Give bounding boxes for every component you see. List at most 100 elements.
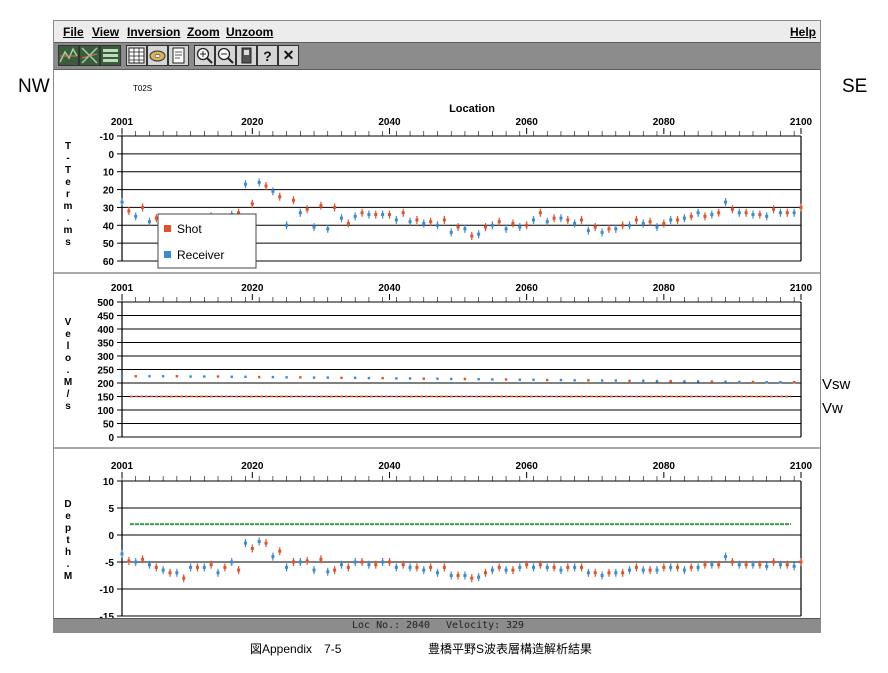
data-point	[655, 225, 659, 229]
data-point	[477, 232, 481, 236]
data-point	[490, 223, 494, 227]
data-point	[319, 204, 323, 208]
data-point	[182, 576, 186, 580]
data-point	[298, 560, 302, 564]
data-point	[518, 225, 522, 229]
data-point	[614, 379, 618, 382]
data-point	[641, 222, 645, 225]
data-point	[312, 376, 316, 379]
data-point	[463, 227, 467, 231]
y-axis-label-char: s	[65, 401, 71, 412]
data-point	[600, 379, 604, 382]
data-point	[765, 564, 769, 568]
y-axis-label-char: e	[65, 329, 71, 340]
x-tick-label: 2001	[111, 283, 134, 294]
y-axis-label-char: h	[65, 547, 71, 558]
data-point	[758, 213, 762, 217]
data-point	[435, 223, 439, 227]
legend-label-shot: Shot	[177, 222, 202, 236]
data-point	[257, 180, 261, 184]
vsw-label: Vsw	[822, 376, 851, 393]
y-axis-label-char: .	[67, 365, 70, 376]
data-point	[477, 378, 480, 381]
data-point	[422, 222, 426, 225]
data-point	[429, 565, 433, 569]
x-tick-label: 2080	[653, 117, 676, 128]
data-point	[573, 379, 576, 382]
data-point	[518, 378, 521, 381]
data-point	[374, 213, 378, 217]
y-axis-label-char: /	[67, 389, 70, 400]
data-point	[147, 563, 151, 567]
data-point	[634, 218, 638, 222]
data-point	[346, 565, 350, 569]
y-axis-label-char: t	[66, 535, 70, 546]
data-point	[738, 380, 741, 384]
y-tick-label: 40	[103, 221, 115, 232]
data-point	[799, 205, 803, 209]
y-tick-label: 20	[103, 186, 115, 197]
data-point	[408, 220, 412, 224]
data-point	[785, 563, 789, 567]
data-point	[312, 568, 316, 572]
data-point	[381, 376, 384, 380]
data-point	[394, 565, 398, 569]
data-point	[203, 375, 206, 378]
data-point	[655, 568, 659, 572]
data-point	[271, 189, 275, 193]
data-point	[346, 222, 350, 225]
data-point	[353, 214, 357, 218]
data-point	[223, 565, 227, 569]
y-axis-label-char: T	[65, 165, 71, 176]
data-point	[669, 379, 672, 383]
nw-label: NW	[18, 76, 50, 97]
data-point	[408, 377, 412, 380]
data-point	[682, 568, 686, 572]
data-point	[326, 376, 329, 379]
x-tick-label: 2001	[111, 117, 134, 128]
data-point	[154, 216, 158, 220]
y-tick-label: -10	[100, 585, 115, 596]
data-point	[703, 563, 707, 567]
plot-area: T02SLocation-1001020304050602001 2020 2040…	[54, 84, 820, 620]
y-tick-label: 30	[103, 203, 115, 214]
data-point	[189, 375, 192, 378]
data-point	[230, 560, 234, 564]
x-tick-label: 2100	[790, 283, 813, 294]
data-point	[216, 375, 220, 378]
x-tick-label: 2040	[378, 461, 401, 472]
data-point	[546, 378, 549, 382]
x-tick-label: 2080	[653, 461, 676, 472]
data-point	[730, 207, 734, 211]
data-point	[724, 555, 728, 559]
velocity-value: 329	[506, 620, 525, 631]
data-point	[264, 541, 268, 545]
data-point	[518, 565, 522, 569]
data-point	[264, 184, 268, 188]
data-point	[744, 563, 748, 567]
velocity-label: Velocity:	[446, 620, 501, 631]
data-point	[285, 223, 289, 227]
y-tick-label: 300	[97, 352, 114, 363]
data-point	[339, 216, 343, 220]
data-point	[532, 378, 535, 381]
data-point	[593, 225, 597, 229]
data-point	[422, 568, 426, 572]
data-point	[285, 565, 289, 569]
y-axis-label-char: e	[65, 177, 71, 188]
data-point	[504, 568, 508, 572]
data-point	[442, 218, 446, 222]
data-point	[175, 571, 179, 575]
data-point	[339, 563, 343, 567]
data-point	[799, 560, 803, 564]
data-point	[765, 214, 769, 218]
x-tick-label: 2060	[516, 117, 539, 128]
y-axis-label-char: p	[65, 523, 71, 534]
data-point	[147, 220, 151, 224]
data-point	[141, 205, 145, 209]
x-axis-title: Location	[449, 103, 495, 115]
x-tick-label: 2100	[790, 461, 813, 472]
data-point	[737, 563, 741, 567]
data-point	[415, 218, 419, 222]
y-tick-label: 350	[97, 339, 114, 350]
